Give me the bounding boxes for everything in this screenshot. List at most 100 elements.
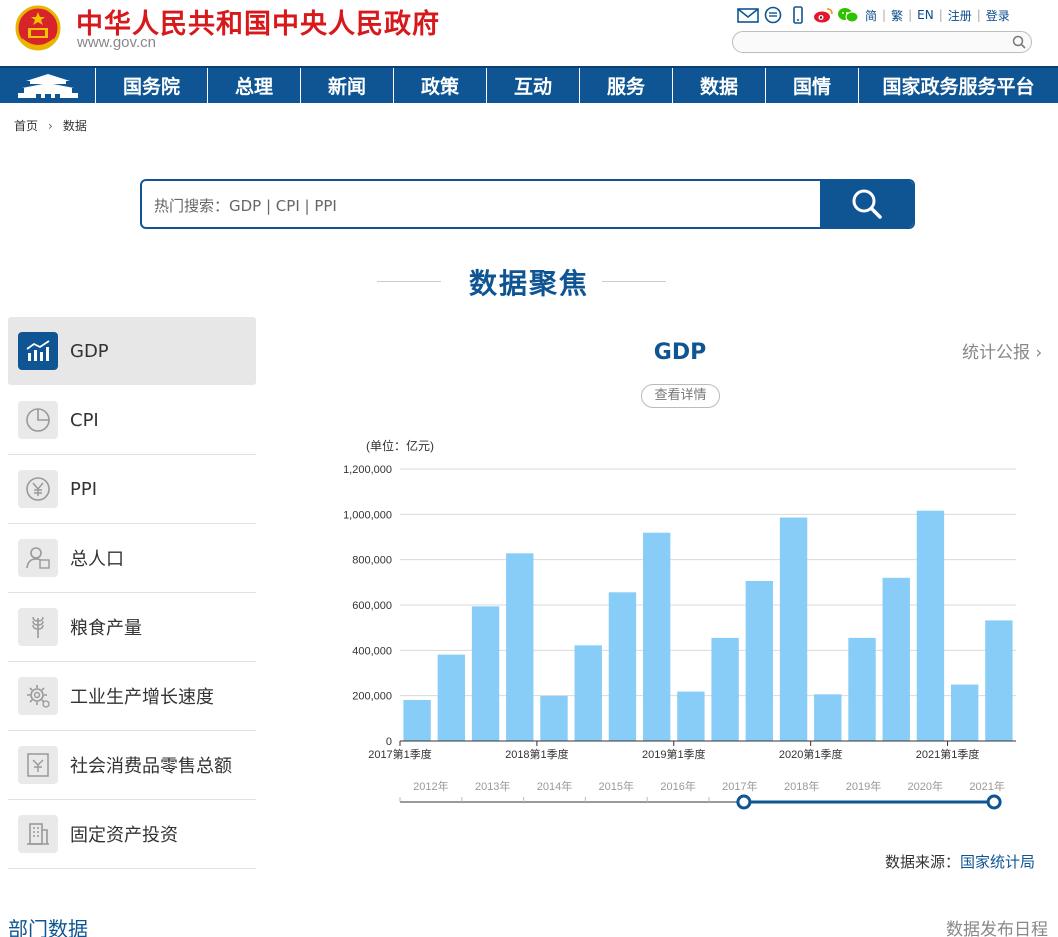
sidebar-item-ppi[interactable]: PPI xyxy=(8,455,256,524)
search-icon[interactable] xyxy=(1011,34,1027,50)
message-icon[interactable] xyxy=(762,6,784,24)
bar xyxy=(779,517,808,741)
sidebar-item-population[interactable]: 总人口 xyxy=(8,524,256,593)
slider-end-handle[interactable] xyxy=(986,794,1002,810)
slider-year-label: 2012年 xyxy=(413,779,448,793)
nav-item-premier[interactable]: 总理 xyxy=(208,68,301,103)
nav-item-interaction[interactable]: 互动 xyxy=(487,68,580,103)
data-release-schedule-link[interactable]: 数据发布日程 xyxy=(946,915,1048,937)
bar xyxy=(985,620,1013,741)
person-icon xyxy=(18,539,58,577)
x-tick-label: 2021第1季度 xyxy=(916,747,980,761)
y-tick-label: 200,000 xyxy=(352,691,392,703)
sidebar-item-fixed-asset-investment[interactable]: 固定资产投资 xyxy=(8,800,256,869)
search-placeholder[interactable]: 热门搜索：GDP | CPI | PPI xyxy=(154,195,337,216)
wechat-icon[interactable] xyxy=(837,6,859,24)
nav-item-news[interactable]: 新闻 xyxy=(301,68,394,103)
sidebar-item-cpi[interactable]: CPI xyxy=(8,386,256,455)
bar xyxy=(437,654,466,741)
slider-year-label: 2021年 xyxy=(969,779,1004,793)
slider-year-label: 2019年 xyxy=(846,779,881,793)
chart-unit-label: (单位：亿元) xyxy=(366,438,434,453)
sidebar-item-grain-output[interactable]: 粮食产量 xyxy=(8,593,256,662)
sidebar-item-gdp[interactable]: GDP xyxy=(8,317,256,385)
breadcrumb-current: 数据 xyxy=(62,119,87,133)
sidebar-item-label: 工业生产增长速度 xyxy=(70,687,214,708)
bar xyxy=(677,691,705,741)
y-tick-label: 1,000,000 xyxy=(343,509,392,521)
y-tick-label: 400,000 xyxy=(352,645,392,657)
nav-item-policy[interactable]: 政策 xyxy=(394,68,487,103)
nav-item-national-conditions[interactable]: 国情 xyxy=(766,68,859,103)
pie-icon xyxy=(18,401,58,439)
nav-item-data[interactable]: 数据 xyxy=(673,68,766,103)
view-details-button[interactable]: 查看详情 xyxy=(641,384,720,408)
department-data-heading[interactable]: 部门数据 xyxy=(8,913,88,937)
y-tick-label: 1,200,000 xyxy=(343,464,392,476)
y-tick-label: 0 xyxy=(386,736,392,748)
bar xyxy=(471,606,500,741)
chevron-right-icon: › xyxy=(48,118,53,133)
utility-bar: 简 | 繁 | EN | 注册 | 登录 xyxy=(737,5,1013,25)
header-search-input[interactable] xyxy=(732,31,1032,53)
sidebar-item-industrial-growth[interactable]: 工业生产增长速度 xyxy=(8,662,256,731)
bar xyxy=(950,684,979,741)
statistical-bulletin-link[interactable]: 统计公报 › xyxy=(962,338,1042,363)
mail-icon[interactable] xyxy=(737,6,759,24)
y-tick-label: 800,000 xyxy=(352,555,392,567)
bar xyxy=(608,592,637,741)
chevron-right-icon: › xyxy=(1035,343,1043,363)
weibo-icon[interactable] xyxy=(812,6,834,24)
util-link-register[interactable]: 注册 xyxy=(948,7,972,24)
util-link-simplified[interactable]: 简 xyxy=(865,7,877,24)
util-separator: | xyxy=(908,8,913,22)
chart-icon xyxy=(18,332,58,370)
site-header: 中华人民共和国中央人民政府 www.gov.cn 简 | 繁 | EN | 注册… xyxy=(0,0,1058,66)
y-tick-label: 600,000 xyxy=(352,600,392,612)
gdp-bar-chart: (单位：亿元) 1,200,000 1,000,000 800,000 600,000 4… xyxy=(343,438,1016,810)
nav-item-state-council[interactable]: 国务院 xyxy=(96,68,208,103)
national-emblem-icon[interactable] xyxy=(14,4,62,54)
mobile-icon[interactable] xyxy=(787,6,809,24)
bar xyxy=(711,637,739,741)
util-link-english[interactable]: EN xyxy=(917,8,934,22)
section-title-text: 数据聚焦 xyxy=(468,267,589,300)
breadcrumb-home[interactable]: 首页 xyxy=(14,117,38,134)
bar xyxy=(642,532,671,741)
nav-item-gov-service-platform[interactable]: 国家政务服务平台 xyxy=(859,68,1058,103)
bar xyxy=(848,637,876,741)
section-divider-right xyxy=(602,281,666,282)
sidebar-item-retail-sales[interactable]: 社会消费品零售总额 xyxy=(8,731,256,800)
bar xyxy=(403,699,431,741)
bar xyxy=(574,645,602,741)
data-search-box[interactable]: 热门搜索：GDP | CPI | PPI xyxy=(140,179,915,229)
slider-year-label: 2015年 xyxy=(599,779,634,793)
main-nav: 国务院 总理 新闻 政策 互动 服务 数据 国情 国家政务服务平台 xyxy=(0,66,1058,103)
util-separator: | xyxy=(882,8,887,22)
gear-icon xyxy=(18,677,58,715)
sidebar-item-label: CPI xyxy=(70,409,99,431)
breadcrumb: 首页 › 数据 xyxy=(14,117,87,134)
nav-item-services[interactable]: 服务 xyxy=(580,68,673,103)
section-title: 数据聚焦 xyxy=(0,262,1058,302)
util-separator: | xyxy=(976,8,981,22)
data-source-org-link[interactable]: 国家统计局 xyxy=(960,853,1035,871)
bar xyxy=(916,510,945,741)
x-tick-label: 2019第1季度 xyxy=(642,747,706,761)
slider-year-label: 2020年 xyxy=(908,779,943,793)
sidebar-item-label: 粮食产量 xyxy=(70,618,142,639)
slider-start-handle[interactable] xyxy=(736,794,752,810)
chart-title: GDP xyxy=(653,340,707,365)
x-tick-label: 2018第1季度 xyxy=(505,747,569,761)
retail-icon xyxy=(18,746,58,784)
util-link-traditional[interactable]: 繁 xyxy=(891,7,903,24)
util-link-login[interactable]: 登录 xyxy=(986,7,1010,24)
sidebar-item-label: GDP xyxy=(70,340,109,362)
nav-home[interactable] xyxy=(0,68,96,103)
site-domain[interactable]: www.gov.cn xyxy=(77,34,156,51)
search-button[interactable] xyxy=(820,181,913,227)
slider-year-label: 2016年 xyxy=(660,779,695,793)
x-tick-label: 2020第1季度 xyxy=(779,747,843,761)
bar xyxy=(540,695,568,741)
slider-year-label: 2013年 xyxy=(475,779,510,793)
